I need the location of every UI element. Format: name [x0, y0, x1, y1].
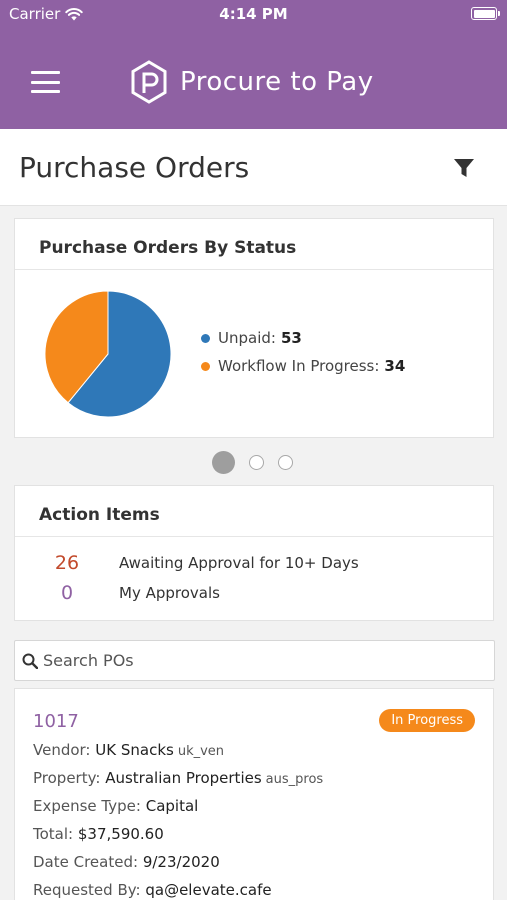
po-vendor: Vendor: UK Snacks uk_ven	[33, 741, 224, 759]
po-requested-by: Requested By: qa@elevate.cafe	[33, 881, 272, 899]
status-bar: Carrier 4:14 PM	[0, 0, 507, 30]
app-title: Procure to Pay	[180, 67, 374, 97]
legend-dot	[201, 333, 210, 343]
action-count: 26	[54, 552, 80, 574]
action-count: 0	[60, 582, 74, 604]
action-items-card: Action Items 26 Awaiting Approval for 10…	[14, 485, 494, 621]
search-bar	[14, 640, 495, 681]
expense-label: Expense Type:	[33, 797, 141, 815]
battery-icon	[471, 7, 500, 20]
status-pie-chart[interactable]	[43, 289, 173, 419]
legend-label: Unpaid:	[218, 329, 276, 347]
po-list-item[interactable]: 1017 In Progress Vendor: UK Snacks uk_ven…	[14, 688, 494, 900]
pager-dot-2[interactable]	[249, 455, 264, 470]
requested-label: Requested By:	[33, 881, 141, 899]
status-time: 4:14 PM	[219, 5, 288, 23]
total-value: $37,590.60	[77, 825, 164, 843]
filter-icon[interactable]	[451, 155, 477, 181]
total-label: Total:	[33, 825, 74, 843]
hamburger-menu-button[interactable]	[31, 71, 60, 93]
status-chart-card: Purchase Orders By Status Unpaid: 53 Wor…	[14, 218, 494, 438]
pager-dot-1[interactable]	[212, 451, 235, 474]
action-item-my-approvals[interactable]: 0 My Approvals	[15, 582, 220, 604]
vendor-label: Vendor:	[33, 741, 91, 759]
property-code: aus_pros	[265, 772, 324, 787]
legend-item-workflow: Workflow In Progress: 34	[201, 357, 405, 375]
action-label: My Approvals	[119, 584, 220, 602]
property-value: Australian Properties	[105, 769, 262, 787]
app-header: Carrier 4:14 PM Procure to Pay	[0, 0, 507, 129]
action-items-title: Action Items	[15, 486, 493, 537]
po-property: Property: Australian Properties aus_pros	[33, 769, 323, 787]
chart-card-title: Purchase Orders By Status	[15, 219, 493, 270]
pager-dot-3[interactable]	[278, 455, 293, 470]
action-item-awaiting-approval[interactable]: 26 Awaiting Approval for 10+ Days	[15, 552, 359, 574]
legend-value: 53	[280, 329, 302, 347]
legend-item-unpaid: Unpaid: 53	[201, 329, 405, 347]
page-title: Purchase Orders	[19, 151, 250, 184]
date-label: Date Created:	[33, 853, 139, 871]
app-brand: Procure to Pay	[130, 60, 374, 104]
chart-legend: Unpaid: 53 Workflow In Progress: 34	[201, 329, 405, 385]
requested-value: qa@elevate.cafe	[145, 881, 272, 899]
expense-value: Capital	[145, 797, 199, 815]
legend-label: Workflow In Progress:	[218, 357, 380, 375]
property-label: Property:	[33, 769, 101, 787]
legend-value: 34	[384, 357, 406, 375]
po-number[interactable]: 1017	[33, 711, 79, 732]
legend-dot	[201, 361, 210, 371]
vendor-value: UK Snacks	[95, 741, 174, 759]
date-value: 9/23/2020	[142, 853, 220, 871]
po-expense-type: Expense Type: Capital	[33, 797, 198, 815]
page-title-bar: Purchase Orders	[0, 129, 507, 206]
procure-logo-icon	[131, 60, 167, 104]
action-label: Awaiting Approval for 10+ Days	[119, 554, 359, 572]
search-input[interactable]	[43, 651, 473, 670]
chart-pager	[212, 451, 307, 474]
search-icon	[22, 653, 38, 669]
status-badge: In Progress	[379, 709, 475, 732]
vendor-code: uk_ven	[177, 744, 225, 759]
po-date-created: Date Created: 9/23/2020	[33, 853, 220, 871]
po-total: Total: $37,590.60	[33, 825, 164, 843]
